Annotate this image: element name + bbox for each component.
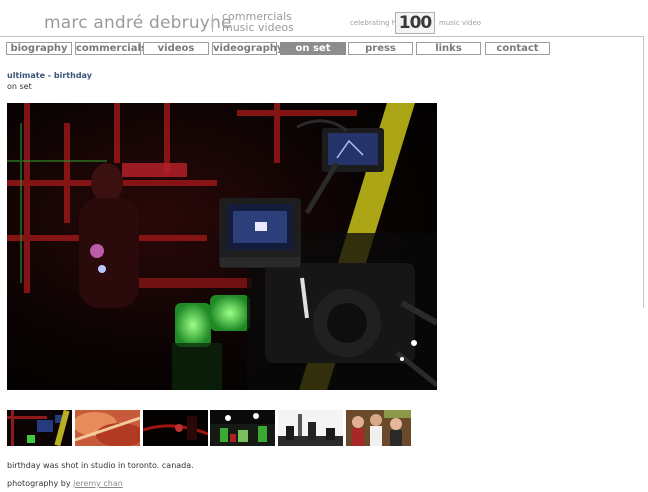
hundred-logo[interactable]: 100 [395, 12, 435, 34]
right-rule [643, 36, 644, 308]
photographer-link[interactable]: jeremy chan [73, 479, 123, 488]
site-name[interactable]: marc andré debruyne [44, 13, 232, 33]
thumbnail-2[interactable] [75, 410, 140, 446]
page-title: ultimate - birthday [7, 71, 92, 80]
nav-videography[interactable]: videography [212, 42, 283, 55]
music-video-text: music video [439, 19, 482, 27]
thumbnail-5[interactable] [278, 410, 343, 446]
thumbnail-6[interactable] [346, 410, 411, 446]
photo-credit: photography by jeremy chan [7, 479, 123, 488]
credit-prefix: photography by [7, 479, 71, 488]
thumbnail-1[interactable] [7, 410, 72, 446]
nav-commercials[interactable]: commercials [75, 42, 147, 55]
main-photo [7, 103, 437, 390]
photo-caption: birthday was shot in studio in toronto. … [7, 461, 194, 470]
site-header: marc andré debruyne commercials music vi… [0, 0, 648, 38]
hundred-number: 100 [398, 13, 432, 33]
header-divider [212, 14, 213, 32]
nav-videos[interactable]: videos [143, 42, 209, 55]
nav-contact[interactable]: contact [485, 42, 550, 55]
header-rule [0, 36, 643, 37]
thumbnail-4[interactable] [210, 410, 275, 446]
nav-on-set[interactable]: on set [280, 42, 346, 55]
category-music-videos[interactable]: music videos [222, 22, 294, 33]
nav-links[interactable]: links [416, 42, 481, 55]
thumbnail-3[interactable] [143, 410, 208, 446]
nav-press[interactable]: press [348, 42, 413, 55]
header-categories: commercials music videos [222, 11, 294, 33]
nav-biography[interactable]: biography [6, 42, 72, 55]
page-subtitle: on set [7, 82, 32, 91]
